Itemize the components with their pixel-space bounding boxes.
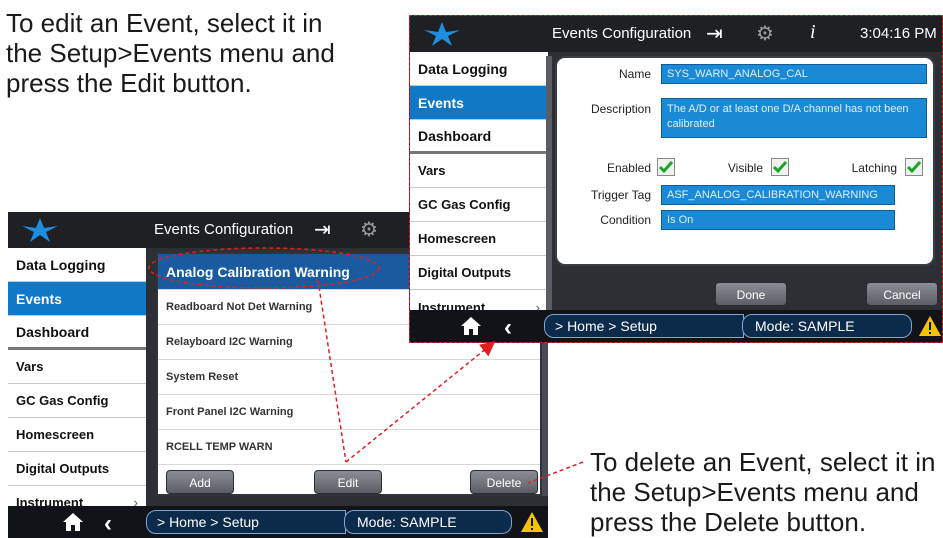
pointer-line: [317, 279, 347, 463]
annotation-overlay: [148, 247, 584, 484]
pointer-arrow: [345, 341, 496, 463]
highlight-ellipse: [148, 247, 380, 289]
delete-pointer-line: [527, 461, 584, 484]
